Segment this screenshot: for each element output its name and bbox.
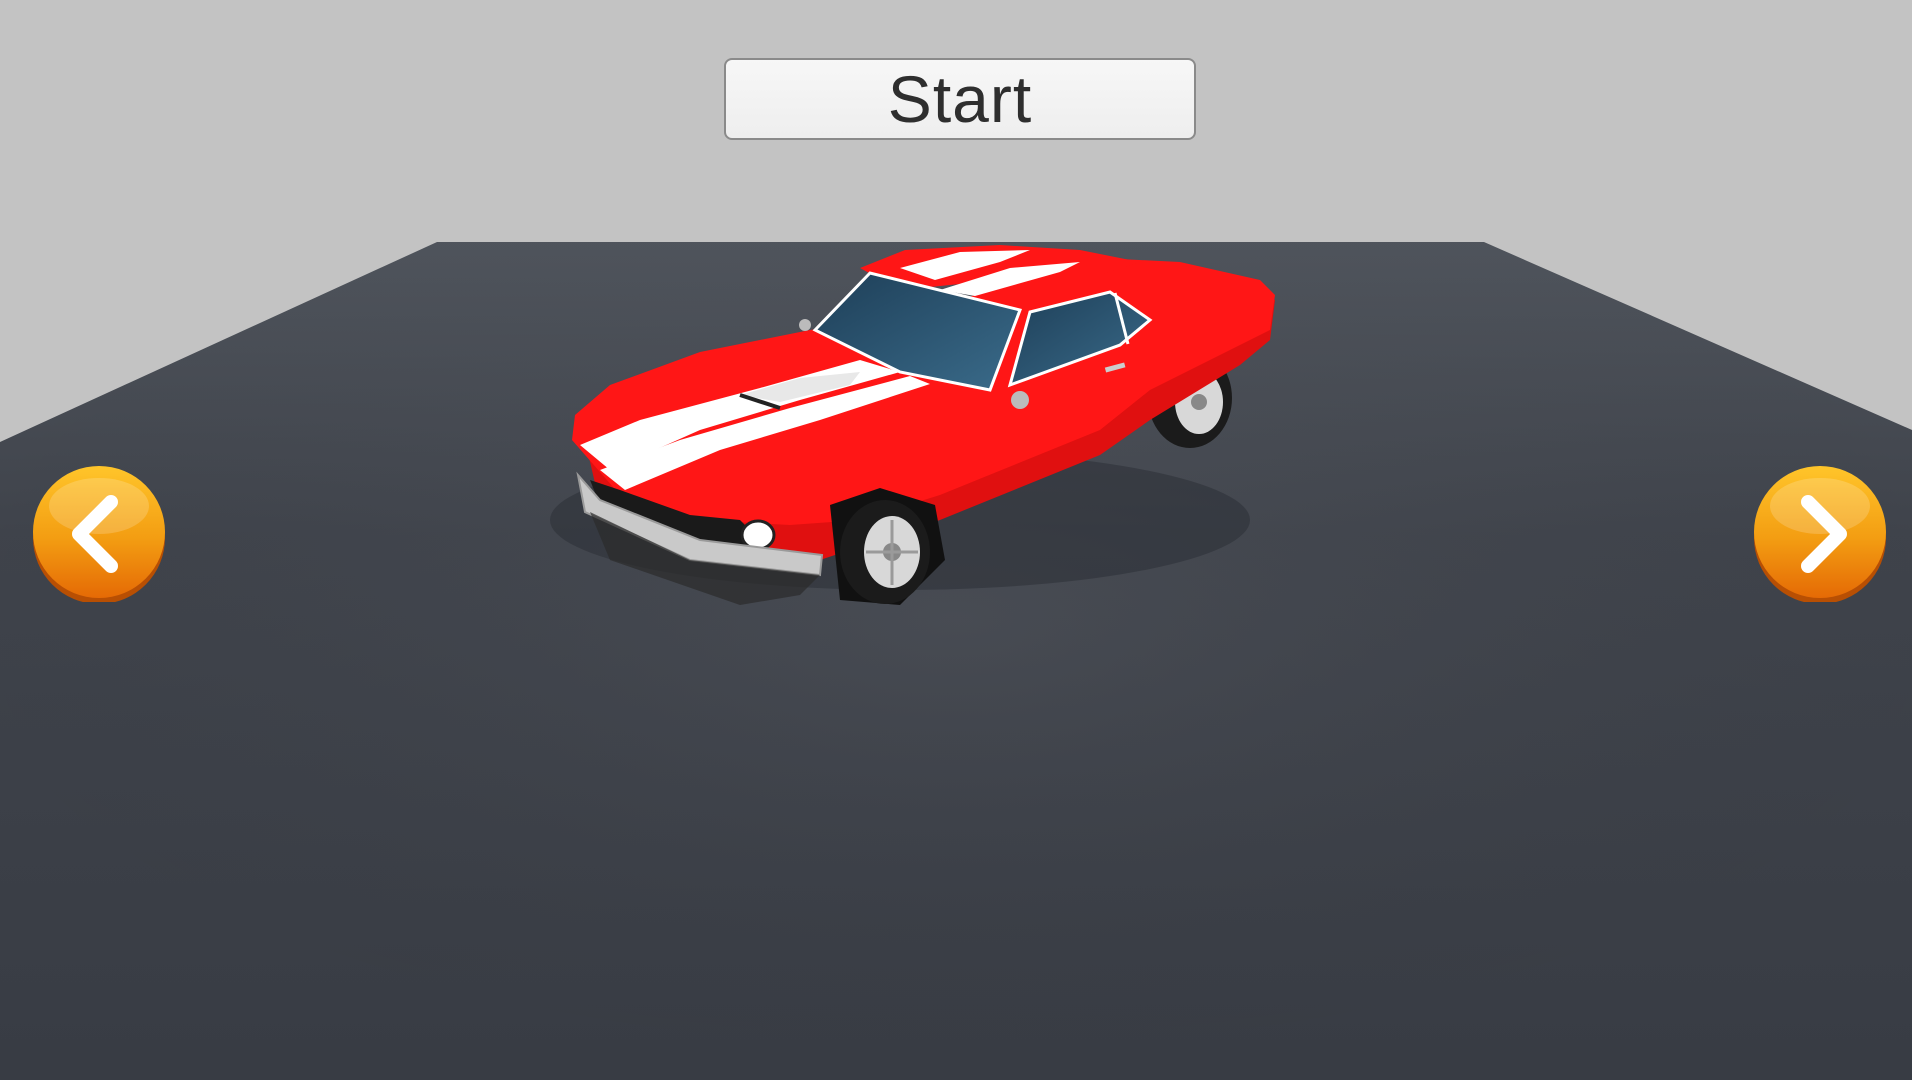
chevron-left-icon xyxy=(33,466,165,602)
chevron-right-icon xyxy=(1754,466,1886,602)
next-car-button[interactable] xyxy=(1752,466,1888,602)
garage-scene xyxy=(0,242,1912,1080)
start-button[interactable]: Start xyxy=(724,58,1196,140)
previous-car-button[interactable] xyxy=(31,466,167,602)
